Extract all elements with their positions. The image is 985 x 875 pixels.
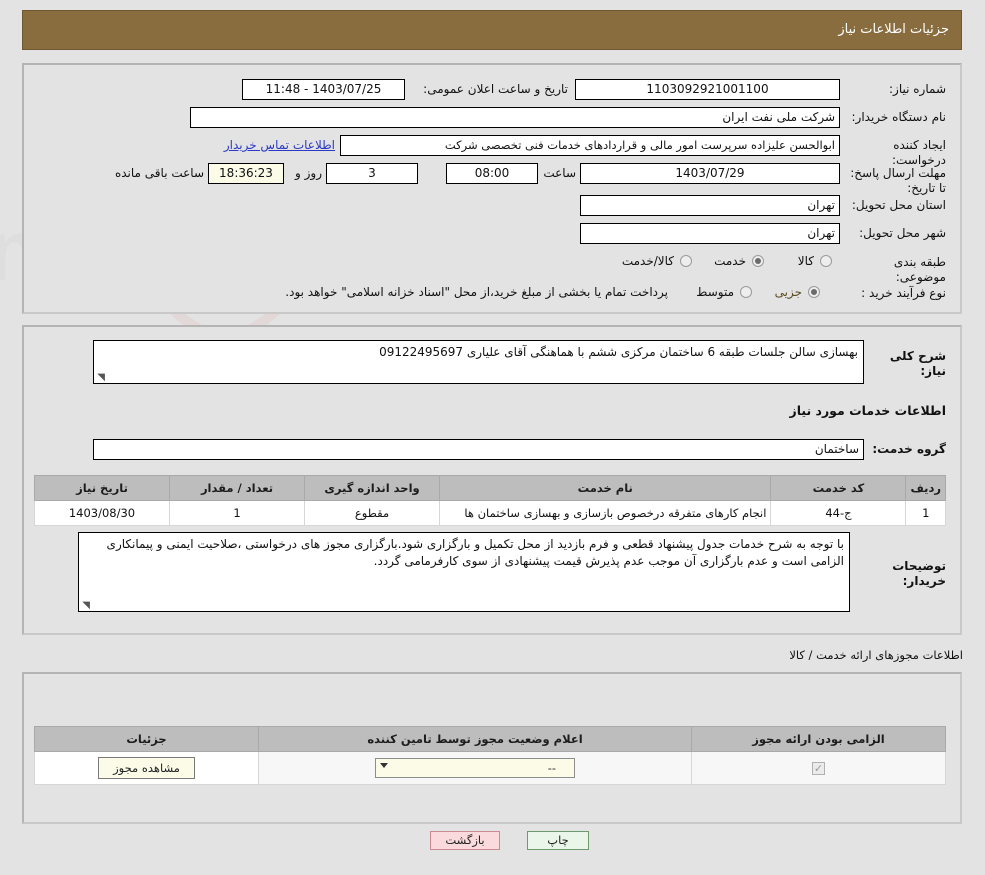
general-desc-textarea[interactable]: بهسازی سالن جلسات طبقه 6 ساختمان مرکزی ش… xyxy=(93,340,864,384)
col-permit-details: جزئیات xyxy=(34,726,259,752)
process-note: پرداخت تمام یا بخشی از مبلغ خرید،از محل … xyxy=(285,285,668,299)
radio-process-jozei-label: جزیی xyxy=(774,285,802,299)
cell-date: 1403/08/30 xyxy=(34,500,170,526)
need-details-panel: شرح کلی نیاز: بهسازی سالن جلسات طبقه 6 س… xyxy=(22,325,962,635)
cell-permit-required: ✓ xyxy=(691,751,946,785)
services-table: ردیف کد خدمت نام خدمت واحد اندازه گیری ت… xyxy=(34,475,946,526)
permit-required-checkbox: ✓ xyxy=(812,762,825,775)
col-permit-status: اعلام وضعیت مجوز توسط تامین کننده xyxy=(258,726,692,752)
col-permit-required: الزامی بودن ارائه مجوز xyxy=(691,726,946,752)
days-remaining-field[interactable]: 3 xyxy=(326,163,418,184)
deadline-time-field[interactable]: 08:00 xyxy=(446,163,538,184)
radio-category-kala-khedmat-label: کالا/خدمت xyxy=(621,254,674,268)
service-group-field[interactable]: ساختمان xyxy=(93,439,864,460)
general-desc-value: بهسازی سالن جلسات طبقه 6 ساختمان مرکزی ش… xyxy=(379,345,858,359)
col-date: تاریخ نیاز xyxy=(34,475,170,501)
city-field[interactable]: تهران xyxy=(580,223,840,244)
services-section-title: اطلاعات خدمات مورد نیاز xyxy=(789,403,947,418)
buyer-notes-value: با توجه به شرح خدمات جدول پیشنهاد قطعی و… xyxy=(106,537,844,568)
deadline-label: مهلت ارسال پاسخ: تا تاریخ: xyxy=(850,166,946,195)
radio-category-kala-label: کالا xyxy=(797,254,814,268)
table-row: 1 ج-44 انجام کارهای متفرقه درخصوص بازساز… xyxy=(34,500,946,526)
permits-panel: الزامی بودن ارائه مجوز اعلام وضعیت مجوز … xyxy=(22,672,962,824)
chevron-down-icon xyxy=(380,763,388,768)
radio-category-kala[interactable] xyxy=(820,255,832,267)
radio-category-kala-khedmat[interactable] xyxy=(680,255,692,267)
radio-process-motavaset-label: متوسط xyxy=(696,285,734,299)
col-name: نام خدمت xyxy=(438,475,772,501)
buyer-contact-link[interactable]: اطلاعات تماس خریدار xyxy=(224,138,335,152)
services-table-header-row: ردیف کد خدمت نام خدمت واحد اندازه گیری ت… xyxy=(34,475,946,501)
city-label: شهر محل تحویل: xyxy=(859,226,946,240)
radio-process-motavaset[interactable] xyxy=(740,286,752,298)
remaining-time-field: 18:36:23 xyxy=(208,163,284,184)
announce-label: تاریخ و ساعت اعلان عمومی: xyxy=(423,82,568,96)
permits-section-title: اطلاعات مجوزهای ارائه خدمت / کالا xyxy=(789,648,963,662)
buyer-org-label: نام دستگاه خریدار: xyxy=(851,110,947,124)
permit-status-select[interactable]: -- xyxy=(375,758,575,778)
province-field[interactable]: تهران xyxy=(580,195,840,216)
resize-grip-icon[interactable]: ◥ xyxy=(81,601,90,611)
radio-category-khedmat-label: خدمت xyxy=(714,254,746,268)
col-qty: تعداد / مقدار xyxy=(169,475,305,501)
page-header: جزئیات اطلاعات نیاز xyxy=(22,10,962,50)
page-title: جزئیات اطلاعات نیاز xyxy=(838,22,949,37)
back-button[interactable]: بازگشت xyxy=(430,831,500,850)
permits-table-header-row: الزامی بودن ارائه مجوز اعلام وضعیت مجوز … xyxy=(34,726,946,752)
announce-datetime-field[interactable]: 1403/07/25 - 11:48 xyxy=(242,79,405,100)
col-unit: واحد اندازه گیری xyxy=(304,475,440,501)
print-button[interactable]: چاپ xyxy=(527,831,589,850)
need-number-label: شماره نیاز: xyxy=(889,82,946,96)
col-code: کد خدمت xyxy=(770,475,907,501)
cell-permit-status: -- xyxy=(258,751,692,785)
cell-row: 1 xyxy=(905,500,946,526)
resize-grip-icon[interactable]: ◥ xyxy=(96,373,105,383)
service-group-label: گروه خدمت: xyxy=(872,442,946,456)
col-row: ردیف xyxy=(905,475,946,501)
radio-process-jozei[interactable] xyxy=(808,286,820,298)
buyer-notes-textarea[interactable]: با توجه به شرح خدمات جدول پیشنهاد قطعی و… xyxy=(78,532,850,612)
province-label: استان محل تحویل: xyxy=(851,198,946,212)
permit-status-value: -- xyxy=(547,761,556,775)
cell-unit: مقطوع xyxy=(304,500,440,526)
view-permit-button[interactable]: مشاهده مجوز xyxy=(98,757,195,779)
process-label: نوع فرآیند خرید : xyxy=(861,286,946,300)
requester-label: ایجاد کننده درخواست: xyxy=(892,138,946,167)
requester-field[interactable]: ابوالحسن علیزاده سرپرست امور مالی و قرار… xyxy=(340,135,840,156)
need-info-panel: شماره نیاز: 1103092921001100 تاریخ و ساع… xyxy=(22,63,962,314)
cell-code: ج-44 xyxy=(770,500,907,526)
category-label: طبقه بندی موضوعی: xyxy=(893,255,946,284)
need-number-field[interactable]: 1103092921001100 xyxy=(575,79,840,100)
remaining-label: ساعت باقی مانده xyxy=(114,166,204,180)
hour-label: ساعت xyxy=(543,166,576,180)
table-row: ✓ -- مشاهده مجوز xyxy=(34,751,946,785)
general-desc-label: شرح کلی نیاز: xyxy=(889,349,946,378)
buyer-notes-label: توضیحات خریدار: xyxy=(892,559,946,588)
days-label: روز و xyxy=(295,166,322,180)
radio-category-khedmat[interactable] xyxy=(752,255,764,267)
buyer-org-field[interactable]: شرکت ملی نفت ایران xyxy=(190,107,840,128)
cell-permit-details: مشاهده مجوز xyxy=(34,751,259,785)
deadline-date-field[interactable]: 1403/07/29 xyxy=(580,163,840,184)
cell-name: انجام کارهای متفرقه درخصوص بازسازی و بهس… xyxy=(438,500,772,526)
cell-qty: 1 xyxy=(169,500,305,526)
permits-table: الزامی بودن ارائه مجوز اعلام وضعیت مجوز … xyxy=(34,726,946,785)
